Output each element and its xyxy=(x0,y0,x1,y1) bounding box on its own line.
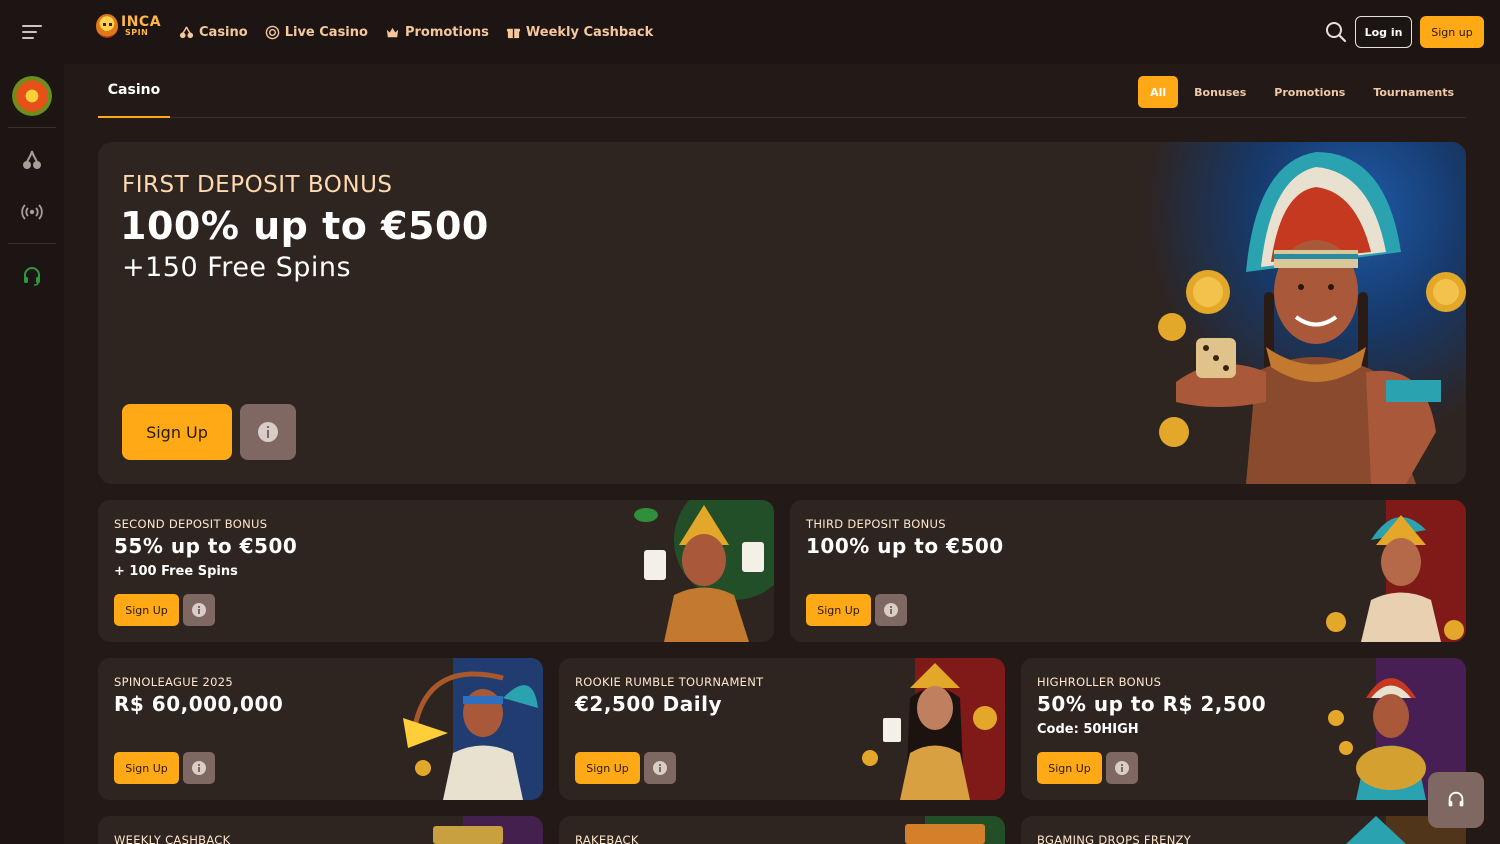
info-icon xyxy=(653,761,667,775)
info-icon xyxy=(258,422,278,442)
nav-live-casino[interactable]: Live Casino xyxy=(265,25,368,40)
info-icon xyxy=(884,603,898,617)
card-art xyxy=(393,816,543,844)
card-eyebrow: THIRD DEPOSIT BONUS xyxy=(806,517,946,531)
card-info-button[interactable] xyxy=(644,752,676,784)
logo-subtext: SPIN xyxy=(125,28,149,37)
main-nav: Casino Live Casino Promotions Weekly Cas… xyxy=(179,0,653,64)
sidebar-divider xyxy=(8,127,56,128)
hero-title: 100% up to €500 xyxy=(120,204,489,248)
card-art xyxy=(855,658,1005,800)
tab-casino[interactable]: Casino xyxy=(98,64,170,118)
filter-all[interactable]: All xyxy=(1138,76,1179,108)
card-eyebrow: BGAMING DROPS FRENZY xyxy=(1037,833,1192,844)
card-signup-button[interactable]: Sign Up xyxy=(114,594,179,626)
nav-promotions[interactable]: Promotions xyxy=(385,25,489,40)
card-eyebrow: SECOND DEPOSIT BONUS xyxy=(114,517,268,531)
card-subtitle: Code: 50HIGH xyxy=(1037,722,1139,737)
inca-chief-illustration xyxy=(1158,152,1466,484)
card-subtitle: + 100 Free Spins xyxy=(114,564,238,579)
card-signup-button[interactable]: Sign Up xyxy=(114,752,179,784)
gift-icon xyxy=(506,28,520,38)
card-title: 55% up to €500 xyxy=(114,534,298,558)
promo-card: SECOND DEPOSIT BONUS 55% up to €500 + 10… xyxy=(98,500,774,642)
card-art xyxy=(1316,500,1466,642)
sidebar xyxy=(0,64,64,844)
promo-card: THIRD DEPOSIT BONUS 100% up to €500 Sign… xyxy=(790,500,1466,642)
card-eyebrow: RAKEBACK xyxy=(575,833,639,844)
promo-card: SPINOLEAGUE 2025 R$ 60,000,000 Sign Up xyxy=(98,658,543,800)
card-signup-button[interactable]: Sign Up xyxy=(1037,752,1102,784)
card-title: €2,500 Daily xyxy=(575,692,722,716)
promo-card: BGAMING DROPS FRENZY xyxy=(1021,816,1466,844)
card-eyebrow: HIGHROLLER BONUS xyxy=(1037,675,1162,689)
logo-text: INCA xyxy=(121,14,162,30)
support-chat-button[interactable] xyxy=(1428,772,1484,828)
hero-eyebrow: FIRST DEPOSIT BONUS xyxy=(122,172,393,198)
info-icon xyxy=(1115,761,1129,775)
logo-mark-icon xyxy=(96,14,118,38)
headset-icon xyxy=(1448,791,1464,807)
card-eyebrow: ROOKIE RUMBLE TOURNAMENT xyxy=(575,675,764,689)
filter-tabs: All Bonuses Promotions Tournaments xyxy=(1138,76,1466,108)
card-art xyxy=(393,658,543,800)
top-bar: INCA SPIN Casino Live Casino Promotions … xyxy=(0,0,1500,64)
hero-banner: FIRST DEPOSIT BONUS 100% up to €500 +150… xyxy=(98,142,1466,484)
card-art xyxy=(624,500,774,642)
promo-card: WEEKLY CASHBACK xyxy=(98,816,543,844)
card-signup-button[interactable]: Sign Up xyxy=(575,752,640,784)
promo-card: RAKEBACK xyxy=(559,816,1005,844)
crown-icon xyxy=(386,27,399,37)
card-info-button[interactable] xyxy=(1106,752,1138,784)
card-signup-button[interactable]: Sign Up xyxy=(806,594,871,626)
menu-icon[interactable] xyxy=(22,25,42,39)
signup-button[interactable]: Sign up xyxy=(1420,16,1484,48)
broadcast-icon[interactable] xyxy=(20,200,44,224)
nav-weekly-cashback[interactable]: Weekly Cashback xyxy=(506,25,653,40)
card-title: 50% up to R$ 2,500 xyxy=(1037,692,1267,716)
hero-signup-button[interactable]: Sign Up xyxy=(122,404,232,460)
card-art xyxy=(855,816,1005,844)
card-info-button[interactable] xyxy=(183,594,215,626)
info-icon xyxy=(192,761,206,775)
card-eyebrow: WEEKLY CASHBACK xyxy=(114,833,231,844)
card-title: R$ 60,000,000 xyxy=(114,692,284,716)
hero-info-button[interactable] xyxy=(240,404,296,460)
card-eyebrow: SPINOLEAGUE 2025 xyxy=(114,675,233,689)
filter-tournaments[interactable]: Tournaments xyxy=(1361,76,1466,108)
logo[interactable]: INCA SPIN xyxy=(96,14,161,38)
promo-card: ROOKIE RUMBLE TOURNAMENT €2,500 Daily Si… xyxy=(559,658,1005,800)
card-info-button[interactable] xyxy=(183,752,215,784)
nav-casino[interactable]: Casino xyxy=(179,25,248,40)
hero-subtitle: +150 Free Spins xyxy=(122,252,352,283)
headset-icon[interactable] xyxy=(20,264,44,288)
login-button[interactable]: Log in xyxy=(1355,16,1412,48)
filter-promotions[interactable]: Promotions xyxy=(1262,76,1357,108)
filter-bonuses[interactable]: Bonuses xyxy=(1182,76,1258,108)
cherry-icon xyxy=(179,26,194,38)
promo-card: HIGHROLLER BONUS 50% up to R$ 2,500 Code… xyxy=(1021,658,1466,800)
cherry-icon[interactable] xyxy=(20,148,44,172)
card-info-button[interactable] xyxy=(875,594,907,626)
info-icon xyxy=(192,603,206,617)
card-title: 100% up to €500 xyxy=(806,534,1004,558)
live-icon xyxy=(265,25,279,39)
section-tabs: Casino All Bonuses Promotions Tournament… xyxy=(98,64,1466,118)
avatar[interactable] xyxy=(12,76,52,116)
search-icon[interactable] xyxy=(1324,20,1348,44)
sidebar-divider xyxy=(8,243,56,244)
